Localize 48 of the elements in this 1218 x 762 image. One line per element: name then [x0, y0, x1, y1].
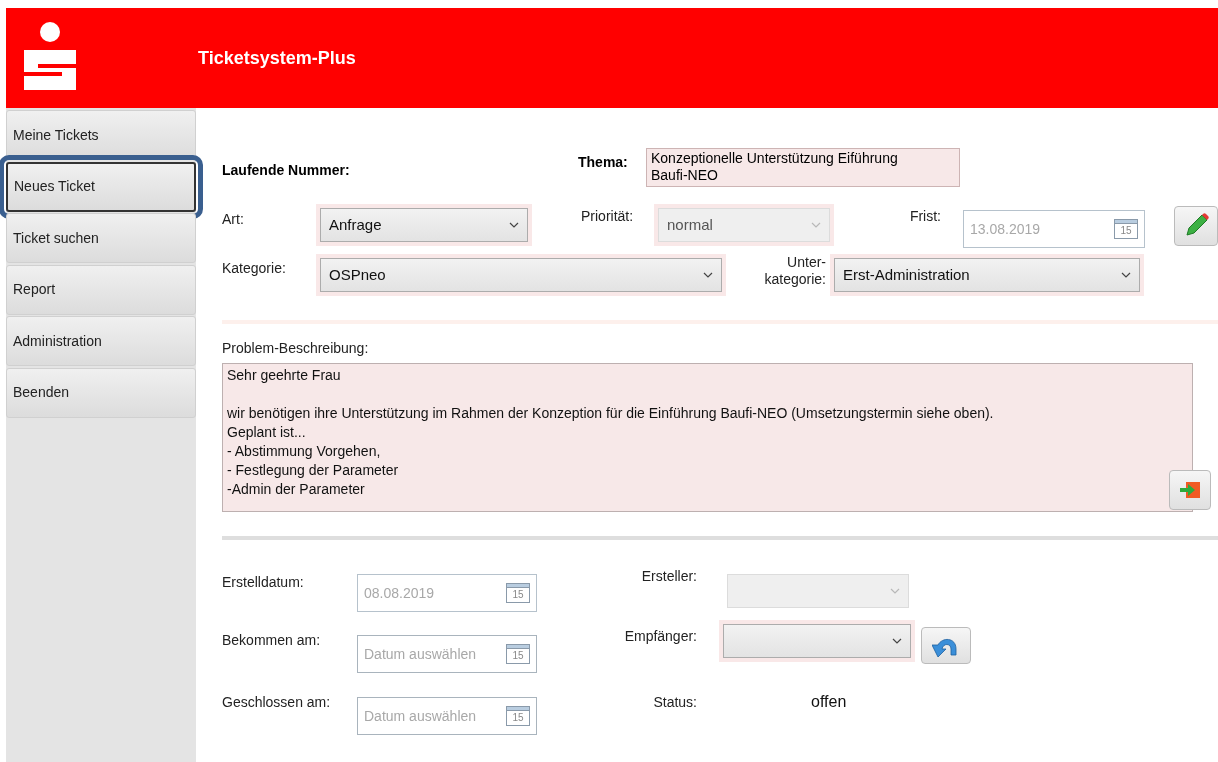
calendar-icon: 15: [1114, 219, 1138, 239]
sidebar-item[interactable]: Report: [6, 264, 196, 315]
pencil-icon: [1183, 213, 1209, 239]
chevron-icon: [890, 588, 900, 594]
dropdown-value: OSPneo: [329, 264, 386, 285]
field-label: Status:: [652, 693, 697, 712]
field-label: Bekommen am:: [222, 631, 322, 650]
field-label: Priorität:: [581, 207, 635, 226]
undo-button[interactable]: [921, 627, 971, 664]
dropdown[interactable]: Anfrage: [320, 208, 528, 242]
chevron-icon: [509, 222, 519, 228]
chevron-icon: [703, 272, 713, 278]
field-label: Unter- kategorie:: [763, 254, 827, 288]
sidebar-item[interactable]: Ticket suchen: [6, 213, 196, 263]
field-label: Empfänger:: [623, 627, 697, 646]
calendar-icon: 15: [506, 583, 530, 603]
sidebar-item[interactable]: Administration: [6, 316, 196, 366]
field-label: Frist:: [908, 207, 942, 226]
description-field[interactable]: [222, 363, 1193, 512]
topic-field[interactable]: Konzeptionelle Unterstützung Eiführung Baufi-NEO: [646, 148, 960, 187]
chevron-icon: [892, 638, 902, 644]
field-label: Geschlossen am:: [222, 693, 332, 712]
field-label: Erstelldatum:: [222, 573, 305, 592]
field-label: Kategorie:: [222, 259, 287, 278]
export-button[interactable]: [1169, 470, 1211, 510]
dropdown-value: Erst-Administration: [843, 264, 970, 285]
field-label: Art:: [222, 210, 245, 229]
app-title: Ticketsystem-Plus: [198, 46, 356, 70]
chevron-icon: [811, 222, 821, 228]
calendar-icon: 15: [506, 706, 530, 726]
description-paragraph: wir benötigen ihre Unterstützung im Rahmen der Konzeption für die Einführung Baufi-NEO (Umsetzungstermin siehe oben). Geplant ist... - Abstimmung Vorgehen, - Festlegung der Parameter -Admin der Parameter: [227, 404, 995, 499]
dropdown-value: normal: [667, 214, 713, 235]
description-label: Problem-Beschreibung:: [222, 339, 370, 358]
dropdown-value: Anfrage: [329, 214, 382, 235]
description-paragraph: Sehr geehrte Frau: [227, 366, 342, 385]
dropdown[interactable]: Erst-Administration: [834, 258, 1140, 292]
date-field[interactable]: Datum auswählen 15: [357, 635, 537, 673]
chevron-icon: [1121, 272, 1131, 278]
calendar-icon: 15: [506, 644, 530, 664]
field-label: Ersteller:: [640, 567, 697, 586]
status-value: offen: [811, 692, 847, 712]
topic-label: Thema:: [578, 153, 629, 172]
edit-button[interactable]: [1174, 206, 1218, 246]
dropdown[interactable]: OSPneo: [320, 258, 722, 292]
date-field[interactable]: Datum auswählen 15: [357, 697, 537, 735]
number-label: Laufende Nummer:: [222, 161, 351, 180]
sidebar-item[interactable]: Beenden: [6, 367, 196, 418]
export-icon: [1178, 480, 1202, 500]
